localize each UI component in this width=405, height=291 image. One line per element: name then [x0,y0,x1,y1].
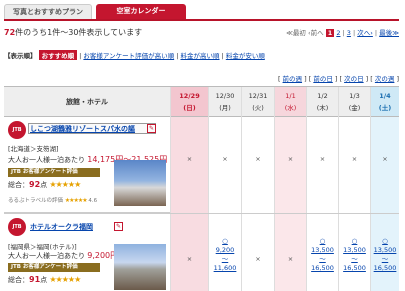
availability-cell: × [287,155,294,163]
hotel-row: JTB ホテルオークラ福岡 ✎ [福岡県＞福岡(ホテル)] 大人お一人様一泊あた… [4,214,170,291]
jtb-logo: JTB [8,121,26,139]
hotel-area: [北海道＞支笏湖] [8,145,59,153]
availability-cell: × [255,255,261,263]
price-sep: 〜 [319,255,326,263]
hotel-name-link[interactable]: ホテルオークラ福岡 [30,222,93,232]
prev-day-link[interactable]: 前の日 [313,75,333,83]
date-column: 12/31 (火) × × [241,87,274,291]
sort-recommended: おすすめ順 [38,50,78,60]
date-column: 1/1 (水) × × [274,87,306,291]
pager-prev: ‹前へ [308,29,324,37]
date-header: 1/4 (土) [371,87,399,117]
price-from: 13,500 [373,246,397,254]
price-to: 16,500 [311,264,334,272]
date-column: 1/4 (土) × ○ 13,500 〜 16,500 [370,87,399,291]
survey-badge: JTB お客様アンケート評価 [8,263,100,272]
price-from: 13,500 [311,246,334,254]
pencil-icon[interactable]: ✎ [147,124,156,133]
date-header: 1/2 (木) [307,87,338,117]
availability-cell[interactable]: ○ 9,200 〜 11,600 [209,237,241,273]
next-week-link[interactable]: 次の週 [375,75,395,83]
availability-cell: × [186,155,193,163]
availability-cell[interactable]: ○ 13,500 〜 16,500 [307,237,338,273]
next-day-link[interactable]: 次の日 [344,75,364,83]
prev-week-link[interactable]: 前の週 [283,75,303,83]
tab-photos-plans[interactable]: 写真とおすすめプラン [4,4,92,19]
sort-survey-rating[interactable]: お客様アンケート評価が高い順 [83,52,174,60]
date-column: 1/2 (木) × ○ 13,500 〜 16,500 [306,87,338,291]
pager-current-page: 1 [325,29,335,37]
availability-cell: × [382,155,388,163]
pencil-icon[interactable]: ✎ [114,222,123,231]
hotel-name-link[interactable]: しこつ湖鶴雅リゾートスパ水の謳 [30,124,135,134]
price-to: 16,500 [373,264,397,272]
result-range-text: 件のうち1件〜30件表示しています [15,28,143,37]
vacancy-calendar-table: 旅館・ホテル 12/29 (日) × × 12/30 (月) × ○ 9,200 〜… [4,86,399,291]
sort-options: 【表示順】 おすすめ順 | お客様アンケート評価が高い順 | 料金が高い順 | … [4,50,265,60]
star-rating-icon: ★★★★★ [49,180,81,189]
results-summary: 72件のうち1件〜30件表示しています ≪最初 ‹前へ 1 2 | 3 | 次へ… [4,27,399,39]
result-count: 72 [4,28,16,37]
availability-cell: × [351,155,358,163]
jtb-logo: JTB [8,218,26,236]
availability-cell: × [255,155,261,163]
price-from: 13,500 [343,246,366,254]
pager-page-3[interactable]: 3 [347,29,351,37]
hotel-row: JTB しこつ湖鶴雅リゾートスパ水の謳 ✎ [北海道＞支笏湖] 大人お一人様一泊… [4,118,170,213]
price-sep: 〜 [351,255,358,263]
date-column: 12/29 (日) × × [170,87,208,291]
price-to: 16,500 [343,264,366,272]
pager: ≪最初 ‹前へ 1 2 | 3 | 次へ› | 最後≫ [286,29,399,37]
date-header: 1/1 (水) [275,87,306,117]
pager-last[interactable]: 最後≫ [379,29,399,37]
price-sep: 〜 [221,255,229,263]
hotel-column-header: 旅館・ホテル [4,87,170,117]
hotel-photo[interactable] [114,160,166,206]
sort-price-high[interactable]: 料金が高い順 [180,52,219,60]
date-header: 12/31 (火) [242,87,274,117]
price-sep: 〜 [381,255,389,263]
sort-price-low[interactable]: 料金が安い順 [226,52,265,60]
vacancy-mark: ○ [382,237,388,245]
price-to: 11,600 [213,264,237,272]
date-header: 1/3 (金) [339,87,370,117]
survey-score: 総合：92点 ★★★★★ [8,180,81,189]
pager-first: ≪最初 [286,29,306,37]
vacancy-mark: ○ [351,237,358,245]
pager-next[interactable]: 次へ› [357,29,373,37]
vacancy-mark: ○ [222,237,228,245]
result-count-text: 72件のうち1件〜30件表示しています [4,27,142,38]
date-navigation: [ 前の週 ] [ 前の日 ] [ 次の日 ] [ 次の週 ] [277,75,399,83]
availability-cell: × [186,255,193,263]
tab-vacancy-calendar[interactable]: 空室カレンダー [96,4,186,19]
availability-cell: × [287,255,294,263]
price-from: 9,200 [215,246,235,254]
date-column: 1/3 (金) × ○ 13,500 〜 16,500 [338,87,370,291]
tab-bar: 写真とおすすめプラン 空室カレンダー [4,4,399,21]
date-header: 12/30 (月) [209,87,241,117]
availability-cell[interactable]: ○ 13,500 〜 16,500 [371,237,399,273]
date-column: 12/30 (月) × ○ 9,200 〜 11,600 [208,87,241,291]
rurubu-rating: るるぶトラベルの評価 ★★★★★ 4.6 [8,197,98,204]
hotel-photo[interactable] [114,244,166,290]
availability-cell: × [319,155,326,163]
date-header: 12/29 (日) [171,87,208,117]
survey-score: 総合：91点 ★★★★★ [8,275,81,284]
star-rating-icon: ★★★★★ [49,275,81,284]
vacancy-mark: ○ [319,237,326,245]
sort-label: 【表示順】 [4,52,37,60]
availability-cell: × [222,155,228,163]
pager-page-2[interactable]: 2 [336,29,340,37]
survey-badge: JTB お客様アンケート評価 [8,168,100,177]
availability-cell[interactable]: ○ 13,500 〜 16,500 [339,237,370,273]
